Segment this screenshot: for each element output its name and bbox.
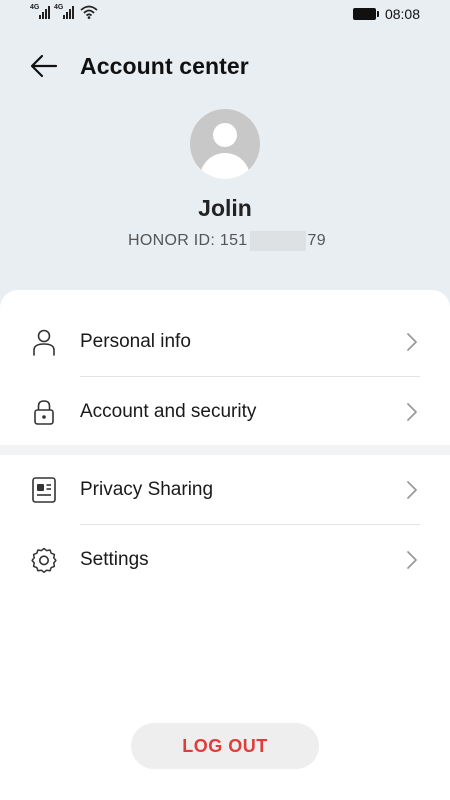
user-name: Jolin xyxy=(198,195,252,221)
sim1-signal-icon: 4G xyxy=(30,4,50,19)
chevron-right-icon xyxy=(407,333,417,351)
status-bar-right: 08:08 xyxy=(352,6,420,22)
lock-icon xyxy=(34,400,54,425)
gear-icon xyxy=(31,547,57,574)
account-center-screen: 4G 4G 08:08 Account center Jolin HONOR I… xyxy=(0,0,450,800)
clock: 08:08 xyxy=(384,6,420,22)
avatar[interactable] xyxy=(190,109,260,179)
status-bar: 4G 4G 08:08 xyxy=(0,0,450,30)
chevron-right-icon xyxy=(407,551,417,569)
battery-icon xyxy=(352,8,379,20)
menu-item-settings[interactable]: Settings xyxy=(0,525,450,595)
honor-id-prefix: HONOR ID: 151 xyxy=(128,232,248,249)
person-icon xyxy=(33,329,55,356)
logout-button[interactable]: LOG OUT xyxy=(131,723,319,769)
app-header: Account center xyxy=(0,40,450,92)
honor-id-redaction xyxy=(249,231,306,251)
honor-id: HONOR ID: 151 79 xyxy=(128,231,326,251)
wifi-icon xyxy=(80,5,98,19)
menu-label-personal-info: Personal info xyxy=(80,331,191,352)
page-title: Account center xyxy=(80,53,249,79)
back-arrow-icon xyxy=(30,54,58,78)
honor-id-suffix: 79 xyxy=(307,232,326,249)
chevron-right-icon xyxy=(407,481,417,499)
menu-item-privacy-sharing[interactable]: Privacy Sharing xyxy=(0,455,450,525)
avatar-placeholder-icon xyxy=(213,123,237,147)
menu-item-account-security[interactable]: Account and security xyxy=(0,377,450,447)
menu-label-account-security: Account and security xyxy=(80,401,257,422)
status-bar-left: 4G 4G xyxy=(30,4,98,19)
menu-item-personal-info[interactable]: Personal info xyxy=(0,307,450,377)
sim1-network-label: 4G xyxy=(30,4,40,11)
sim2-network-label: 4G xyxy=(54,4,64,11)
menu-label-settings: Settings xyxy=(80,549,149,570)
chevron-right-icon xyxy=(407,403,417,421)
id-card-icon xyxy=(32,477,56,503)
menu-label-privacy-sharing: Privacy Sharing xyxy=(80,479,214,500)
back-button[interactable] xyxy=(24,48,64,84)
sim2-signal-icon: 4G xyxy=(54,4,74,19)
